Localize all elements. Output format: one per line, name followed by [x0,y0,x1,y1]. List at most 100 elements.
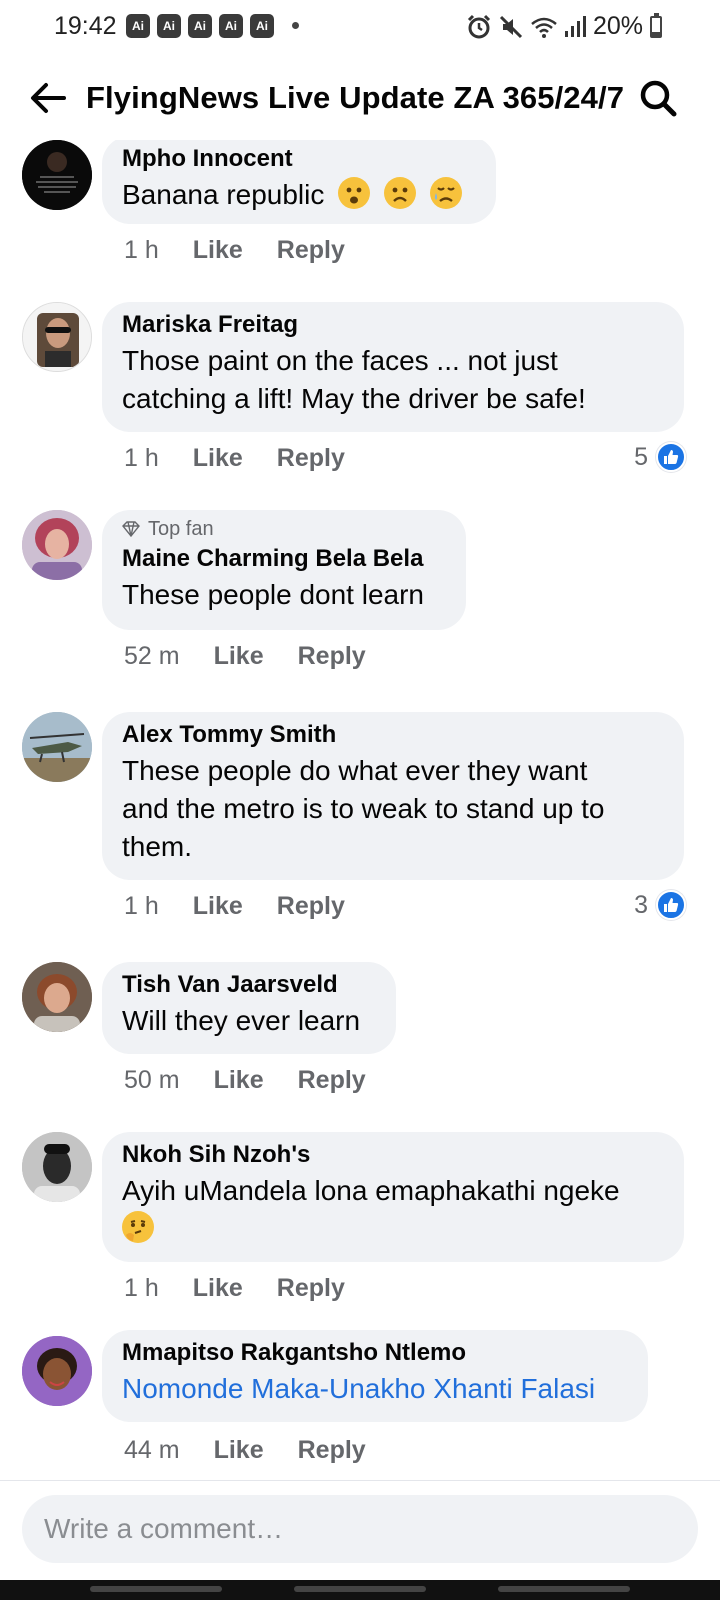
avatar[interactable] [22,1336,92,1406]
comment-text-line: and the metro is to weak to stand up to [122,793,605,824]
signal-icon [564,15,586,37]
comment-author[interactable]: Alex Tommy Smith [122,718,664,752]
comment-emoji-line [122,1210,664,1248]
avatar-image [22,962,92,1032]
reply-button[interactable]: Reply [277,1274,345,1303]
comment-actions: 44 m Like Reply [124,1436,366,1465]
comment-text: Banana republic [122,176,476,214]
reply-button[interactable]: Reply [277,444,345,473]
comments-list: Mpho Innocent Banana republic 1 h Like R… [0,140,720,1480]
like-button[interactable]: Like [193,236,243,265]
comment-author[interactable]: Mmapitso Rakgantsho Ntlemo [122,1336,628,1370]
tagged-user-link[interactable]: Nomonde Maka-Unakho Xhanti Falasi [122,1370,628,1408]
status-bar: 19:42 Ai Ai Ai Ai Ai 20% [0,0,720,56]
ai-badge: Ai [126,14,150,38]
nav-recents-button[interactable] [90,1586,222,1592]
comment-time[interactable]: 52 m [124,642,180,671]
top-fan-label: Top fan [148,518,214,540]
comment-bubble[interactable]: Nkoh Sih Nzoh's Ayih uMandela lona emaph… [102,1132,684,1262]
reaction-count: 3 [634,890,648,919]
comment-bubble[interactable]: Alex Tommy Smith These people do what ev… [102,712,684,880]
comment-bubble[interactable]: Tish Van Jaarsveld Will they ever learn [102,962,396,1054]
wifi-icon [531,17,557,38]
reply-button[interactable]: Reply [277,892,345,921]
top-fan-badge: Top fan [122,516,446,542]
ai-badge: Ai [219,14,243,38]
comment-bubble[interactable]: Mpho Innocent Banana republic [102,140,496,224]
nav-home-button[interactable] [294,1586,426,1592]
ai-badge: Ai [157,14,181,38]
comment-time[interactable]: 1 h [124,1274,159,1303]
worried-face-emoji [338,177,371,209]
mute-icon [499,15,523,38]
like-button[interactable]: Like [214,1066,264,1095]
comment-actions: 1 h Like Reply [124,236,345,265]
comment-author[interactable]: Nkoh Sih Nzoh's [122,1138,664,1172]
alarm-icon [467,14,491,38]
battery-percent: 20% [592,12,643,40]
avatar[interactable] [22,302,92,372]
avatar[interactable] [22,962,92,1032]
comment-author[interactable]: Tish Van Jaarsveld [122,968,376,1002]
avatar-image [22,712,92,782]
ai-badge: Ai [250,14,274,38]
back-button[interactable] [26,76,70,120]
comment-input[interactable] [22,1495,698,1563]
comment-author[interactable]: Mariska Freitag [122,308,664,342]
comment-text-content: Banana republic [122,179,325,210]
comment-bubble[interactable]: Mmapitso Rakgantsho Ntlemo Nomonde Maka-… [102,1330,648,1422]
comment-text: Ayih uMandela lona emaphakathi ngeke [122,1175,620,1206]
comment-composer [0,1480,720,1580]
notification-dot [292,22,299,29]
comment-text: These people dont learn [122,579,424,610]
avatar[interactable] [22,140,92,210]
reactions-summary[interactable]: 3 [634,890,686,920]
avatar-image [22,1336,92,1406]
comment-text: Will they ever learn [122,1005,361,1036]
reply-button[interactable]: Reply [298,1066,366,1095]
avatar-image [22,510,92,580]
comment-time[interactable]: 1 h [124,892,159,921]
ai-badges: Ai Ai Ai Ai Ai [126,14,274,38]
comment-bubble[interactable]: Top fan Maine Charming Bela Bela These p… [102,510,466,630]
reply-button[interactable]: Reply [298,642,366,671]
like-button[interactable]: Like [214,642,264,671]
comment-author[interactable]: Maine Charming Bela Bela [122,542,446,576]
thumbs-up-icon [656,442,686,472]
arrow-left-icon [31,83,66,113]
comment-time[interactable]: 44 m [124,1436,180,1465]
comment-author[interactable]: Mpho Innocent [122,142,476,176]
avatar[interactable] [22,1132,92,1202]
avatar-image [23,303,91,371]
comment-text-line: These people do what ever they want [122,755,588,786]
battery-icon [650,12,662,38]
reactions-summary[interactable]: 5 [634,442,686,472]
like-button[interactable]: Like [214,1436,264,1465]
app-header: FlyingNews Live Update ZA 365/24/7 [0,62,720,136]
reply-button[interactable]: Reply [298,1436,366,1465]
reply-button[interactable]: Reply [277,236,345,265]
comment-text-line: Those paint on the faces ... not just [122,345,558,376]
frowning-face-emoji [383,177,416,209]
search-icon [640,80,677,117]
ai-badge: Ai [188,14,212,38]
like-button[interactable]: Like [193,444,243,473]
like-button[interactable]: Like [193,1274,243,1303]
comment-time[interactable]: 1 h [124,236,159,265]
like-button[interactable]: Like [193,892,243,921]
comment-actions: 1 h Like Reply [124,444,345,473]
nav-back-button[interactable] [498,1586,630,1592]
status-icons: 20% [465,12,662,41]
reaction-count: 5 [634,442,648,471]
comment-bubble[interactable]: Mariska Freitag Those paint on the faces… [102,302,684,432]
avatar-image [22,140,92,210]
comment-time[interactable]: 1 h [124,444,159,473]
avatar[interactable] [22,712,92,782]
comment-actions: 50 m Like Reply [124,1066,366,1095]
comment-time[interactable]: 50 m [124,1066,180,1095]
comment-actions: 1 h Like Reply [124,892,345,921]
screen: 19:42 Ai Ai Ai Ai Ai 20% FlyingNews Live… [0,0,720,1600]
page-title: FlyingNews Live Update ZA 365/24/7 [86,80,625,115]
avatar[interactable] [22,510,92,580]
search-button[interactable] [636,76,680,120]
